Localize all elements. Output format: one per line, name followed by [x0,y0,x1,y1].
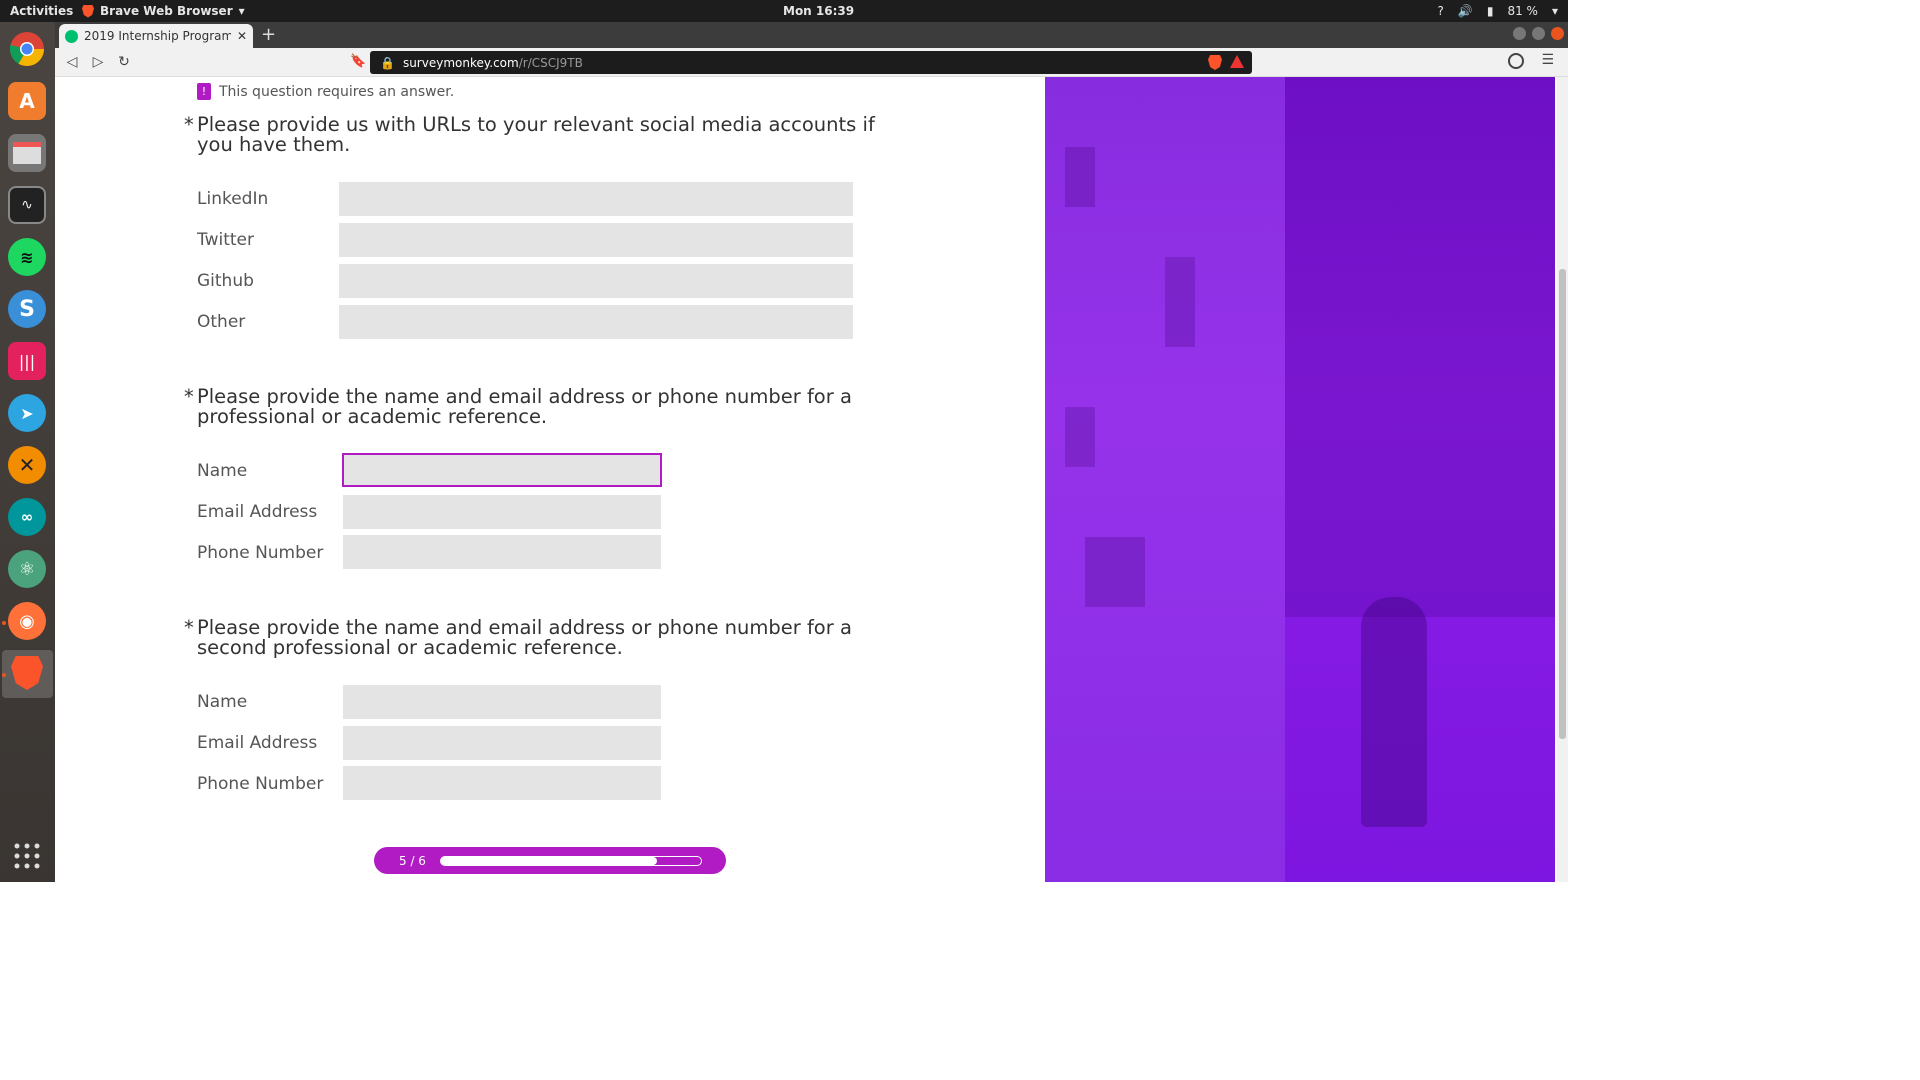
survey-page: ! This question requires an answer. * Pl… [55,77,1568,882]
progress-indicator: 5 / 6 [374,847,726,874]
browser-toolbar: ◁ ▷ ↻ 🔖 🔒 surveymonkey.com/r/CSCJ9TB ☰ [55,48,1568,77]
url-path: /r/CSCJ9TB [518,55,583,70]
hero-image [1045,77,1555,882]
question-text: Please provide us with URLs to your rele… [197,113,875,156]
field-label-github: Github [197,271,254,291]
system-top-bar: Activities Brave Web Browser ▾ Mon 16:39… [0,0,1568,22]
reference1-email-input[interactable] [343,495,661,529]
tab-title: 2019 Internship Program A [84,29,231,43]
software-center-icon[interactable]: A [8,82,46,120]
required-marker: * [184,616,194,639]
simplenote-icon[interactable]: S [8,290,46,328]
tab-survey[interactable]: 2019 Internship Program A ✕ [59,24,253,48]
scrollbar-thumb[interactable] [1559,269,1566,739]
profile-icon[interactable] [1508,53,1524,69]
arduino-icon[interactable]: ∞ [8,498,46,536]
progress-label: 5 / 6 [399,853,426,868]
required-marker: * [184,385,194,408]
alert-icon: ! [197,83,211,100]
other-input[interactable] [339,305,853,339]
door-shape [1085,537,1145,607]
system-tray[interactable]: ? 🔊 ▮ 81 % ▾ [1438,4,1558,18]
show-applications-icon[interactable] [8,837,46,875]
reference2-name-input[interactable] [343,685,661,719]
question-text: Please provide the name and email addres… [197,385,852,428]
window-shape [1065,407,1095,467]
app-name: Brave Web Browser [100,4,233,18]
battery-percent: 81 % [1507,4,1538,18]
help-icon[interactable]: ? [1438,4,1444,18]
running-indicator [2,673,6,677]
question-reference-1: * Please provide the name and email addr… [184,387,887,427]
brave-icon [82,4,94,18]
atom-icon[interactable]: ⚛ [8,550,46,588]
field-label-name: Name [197,461,248,481]
back-icon[interactable]: ◁ [63,53,81,71]
field-label-phone: Phone Number [197,543,324,563]
question-text: Please provide the name and email addres… [197,616,852,659]
telegram-icon[interactable]: ➤ [8,394,46,432]
linkedin-input[interactable] [339,182,853,216]
lock-icon: 🔒 [380,55,395,70]
progress-fill [440,856,657,865]
address-bar[interactable]: 🔒 surveymonkey.com/r/CSCJ9TB [370,51,1252,74]
brave-rewards-icon[interactable] [1230,55,1244,68]
field-label-phone: Phone Number [197,774,324,794]
files-icon[interactable] [8,134,46,172]
gitkraken-icon[interactable]: ||| [8,342,46,380]
window-shape [1165,257,1195,347]
close-window-button[interactable] [1551,27,1564,40]
bookmark-icon[interactable]: 🔖 [350,54,366,69]
firefox-icon[interactable]: ◉ [8,602,46,640]
clock[interactable]: Mon 16:39 [783,4,854,18]
chevron-down-icon: ▾ [238,4,245,18]
field-label-linkedin: LinkedIn [197,189,269,209]
field-label-email: Email Address [197,733,318,753]
system-monitor-icon[interactable]: ∿ [8,186,46,224]
running-indicator [2,621,6,625]
minimize-button[interactable] [1513,27,1526,40]
dock: A ∿ ≋ S ||| ➤ ✕ ∞ ⚛ ◉ [0,22,55,882]
trees-shape [1285,77,1555,617]
github-input[interactable] [339,264,853,298]
spotify-icon[interactable]: ≋ [8,238,46,276]
chrome-icon[interactable] [8,30,46,68]
required-marker: * [184,113,194,136]
field-label-name: Name [197,692,248,712]
reference2-phone-input[interactable] [343,766,661,800]
surveymonkey-favicon-icon [65,29,78,43]
volume-icon[interactable]: 🔊 [1458,4,1473,18]
required-warning: ! This question requires an answer. [197,83,454,100]
menu-icon[interactable]: ☰ [1541,52,1554,68]
crossover-icon[interactable]: ✕ [8,446,46,484]
question-social-media: * Please provide us with URLs to your re… [184,115,887,155]
new-tab-button[interactable]: + [261,24,276,45]
reference1-name-input[interactable] [342,453,662,487]
reference2-email-input[interactable] [343,726,661,760]
field-label-other: Other [197,312,246,332]
page-scrollbar[interactable] [1557,77,1568,882]
url-host: surveymonkey.com [402,55,519,70]
brave-shields-icon[interactable] [1208,55,1222,70]
warning-text: This question requires an answer. [219,83,455,100]
field-label-email: Email Address [197,502,318,522]
window-shape [1065,147,1095,207]
maximize-button[interactable] [1532,27,1545,40]
person-silhouette [1361,597,1427,827]
reference1-phone-input[interactable] [343,535,661,569]
window-controls [1513,27,1564,40]
activities-button[interactable]: Activities [10,4,73,18]
twitter-input[interactable] [339,223,853,257]
tab-bar: 2019 Internship Program A ✕ + [55,22,1568,48]
brave-icon[interactable] [8,654,46,692]
battery-icon[interactable]: ▮ [1487,4,1494,18]
chevron-down-icon[interactable]: ▾ [1552,4,1558,18]
reload-icon[interactable]: ↻ [115,53,133,71]
forward-icon[interactable]: ▷ [89,53,107,71]
question-reference-2: * Please provide the name and email addr… [184,618,887,658]
progress-track [439,855,702,866]
close-icon[interactable]: ✕ [237,29,247,43]
field-label-twitter: Twitter [197,230,254,250]
app-menu[interactable]: Brave Web Browser ▾ [82,4,245,18]
